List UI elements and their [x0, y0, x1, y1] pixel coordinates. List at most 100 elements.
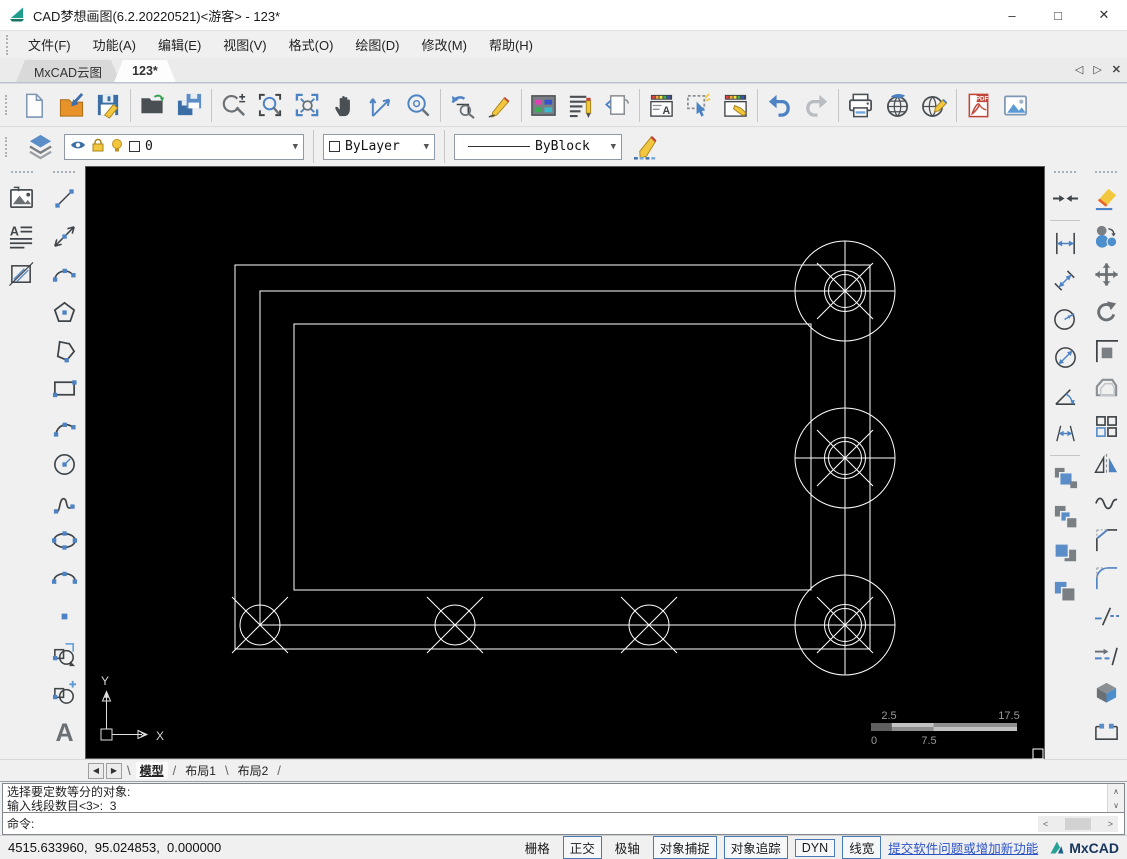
order-bring-front-button[interactable] — [1047, 535, 1083, 573]
status-toggle-栅格[interactable]: 栅格 — [519, 837, 556, 858]
tab-scroll-right-button[interactable]: ▷ — [1093, 63, 1101, 76]
command-input[interactable]: 命令: < > — [2, 813, 1125, 835]
arc-button[interactable] — [46, 255, 82, 293]
open-folder-button[interactable] — [134, 87, 171, 124]
hscroll-thumb[interactable] — [1065, 818, 1091, 830]
draw-axis-button[interactable] — [363, 87, 400, 124]
view-previous-button[interactable] — [444, 87, 481, 124]
elliptical-arc-button[interactable] — [46, 559, 82, 597]
multiline-text-button[interactable]: A — [4, 217, 40, 255]
redo-button[interactable] — [798, 87, 835, 124]
copy-button[interactable] — [1088, 217, 1124, 255]
arc-3point-button[interactable] — [46, 407, 82, 445]
dim-aligned-button[interactable] — [1047, 262, 1083, 300]
insert-image-button[interactable] — [997, 87, 1034, 124]
sheet-tab-布局1[interactable]: 布局1 — [181, 762, 220, 779]
document-tab-1[interactable]: 123* — [114, 60, 176, 82]
ellipse-button[interactable] — [46, 521, 82, 559]
web-browser-button[interactable] — [879, 87, 916, 124]
drawing-canvas[interactable]: 2.517.507.5YX — [85, 166, 1045, 759]
hatch-button[interactable] — [4, 255, 40, 293]
sheet-tab-模型[interactable]: 模型 — [136, 762, 168, 779]
layer-properties-button[interactable]: A — [643, 87, 680, 124]
scroll-left-icon[interactable]: < — [1038, 819, 1053, 829]
status-toggle-对象追踪[interactable]: 对象追踪 — [724, 836, 788, 859]
explode-button[interactable] — [1088, 673, 1124, 711]
menu-item-1[interactable]: 功能(A) — [82, 31, 147, 58]
color-combo[interactable]: ByLayer ▼ — [323, 134, 435, 160]
rectangle-button[interactable] — [46, 369, 82, 407]
mirror-button[interactable] — [1088, 445, 1124, 483]
tab-close-button[interactable]: ✕ — [1112, 63, 1121, 76]
dim-radius-button[interactable] — [1047, 300, 1083, 338]
layers-manager-button[interactable] — [22, 128, 58, 166]
zoom-dynamic-button[interactable] — [215, 87, 252, 124]
menu-item-6[interactable]: 修改(M) — [410, 31, 478, 58]
menu-item-5[interactable]: 绘图(D) — [344, 31, 410, 58]
dim-linear-button[interactable] — [1047, 224, 1083, 262]
menu-item-0[interactable]: 文件(F) — [17, 31, 82, 58]
undo-button[interactable] — [761, 87, 798, 124]
document-tab-0[interactable]: MxCAD云图 — [16, 60, 120, 82]
sheet-tab-布局2[interactable]: 布局2 — [234, 762, 273, 779]
command-hscrollbar[interactable]: < > — [1038, 816, 1118, 832]
menu-item-2[interactable]: 编辑(E) — [147, 31, 212, 58]
insert-block-button[interactable] — [46, 635, 82, 673]
dim-angular-button[interactable] — [1047, 376, 1083, 414]
scale-button[interactable] — [1088, 331, 1124, 369]
chamfer-button[interactable] — [1088, 521, 1124, 559]
zoom-extents-button[interactable] — [289, 87, 326, 124]
layer-combo[interactable]: 0 ▼ — [64, 134, 304, 160]
status-toggle-DYN[interactable]: DYN — [795, 839, 835, 857]
menu-item-3[interactable]: 视图(V) — [212, 31, 277, 58]
save-all-button[interactable] — [171, 87, 208, 124]
order-send-backward-button[interactable] — [1047, 497, 1083, 535]
scroll-up-icon[interactable]: ∧ — [1113, 785, 1119, 799]
rotate-button[interactable] — [1088, 293, 1124, 331]
page-setup-button[interactable] — [599, 87, 636, 124]
status-toggle-对象捕捉[interactable]: 对象捕捉 — [653, 836, 717, 859]
scroll-down-icon[interactable]: ∨ — [1113, 799, 1119, 813]
status-toggle-正交[interactable]: 正交 — [563, 836, 602, 859]
linetype-combo-chevron-icon[interactable]: ▼ — [607, 142, 616, 152]
break-button[interactable] — [1088, 597, 1124, 635]
polygon-button[interactable] — [46, 293, 82, 331]
menu-item-4[interactable]: 格式(O) — [278, 31, 345, 58]
linetype-combo[interactable]: ByBlock ▼ — [454, 134, 622, 160]
scroll-right-icon[interactable]: > — [1103, 819, 1118, 829]
menu-item-7[interactable]: 帮助(H) — [478, 31, 544, 58]
pdf-export-button[interactable]: PDF — [960, 87, 997, 124]
tab-scroll-left-button[interactable]: ◁ — [1075, 63, 1083, 76]
sheet-prev-button[interactable]: ◀ — [88, 763, 104, 779]
color-palette-button[interactable] — [525, 87, 562, 124]
dim-diameter-button[interactable] — [1047, 338, 1083, 376]
zoom-window-button[interactable] — [252, 87, 289, 124]
print-button[interactable] — [842, 87, 879, 124]
lengthen-button[interactable] — [1088, 635, 1124, 673]
move-button[interactable] — [1088, 255, 1124, 293]
status-toggle-极轴[interactable]: 极轴 — [609, 837, 646, 858]
revision-spline-button[interactable] — [1088, 483, 1124, 521]
maximize-button[interactable]: □ — [1035, 0, 1081, 30]
dim-quick-button[interactable] — [1047, 179, 1083, 217]
create-block-button[interactable] — [46, 673, 82, 711]
new-file-button[interactable] — [16, 87, 53, 124]
order-send-back-button[interactable] — [1047, 573, 1083, 611]
status-toggle-线宽[interactable]: 线宽 — [842, 836, 881, 859]
pan-button[interactable] — [326, 87, 363, 124]
spline-button[interactable] — [46, 483, 82, 521]
insert-image-file-button[interactable] — [4, 179, 40, 217]
polygon-irregular-button[interactable] — [46, 331, 82, 369]
save-button[interactable] — [90, 87, 127, 124]
stretch-button[interactable] — [1088, 711, 1124, 749]
color-combo-chevron-icon[interactable]: ▼ — [420, 142, 429, 152]
layer-tools-button[interactable] — [717, 87, 754, 124]
command-vscrollbar[interactable]: ∧ ∨ — [1107, 784, 1124, 812]
line-button[interactable] — [46, 179, 82, 217]
fillet-button[interactable] — [1088, 559, 1124, 597]
web-publish-button[interactable] — [916, 87, 953, 124]
feedback-link[interactable]: 提交软件问题或增加新功能 — [888, 838, 1038, 857]
sketch-button[interactable] — [481, 87, 518, 124]
zoom-center-button[interactable] — [400, 87, 437, 124]
layer-combo-chevron-icon[interactable]: ▼ — [289, 142, 298, 152]
